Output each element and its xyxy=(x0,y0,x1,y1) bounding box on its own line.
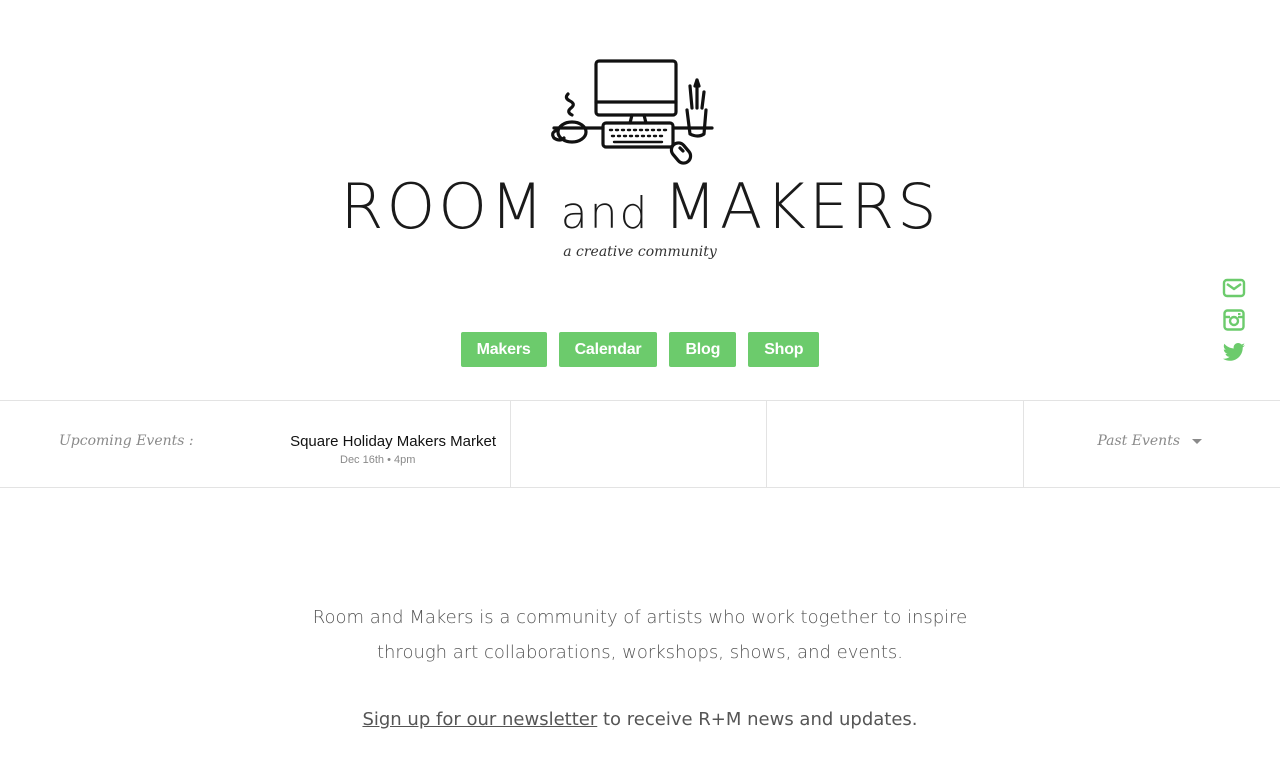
events-bar: Upcoming Events : Square Holiday Makers … xyxy=(0,400,1280,488)
nav-shop[interactable]: Shop xyxy=(748,332,820,367)
page: ROOM and MAKERS a creative community Maker… xyxy=(0,0,1280,778)
intro-line-2: through art collaborations, workshops, s… xyxy=(376,642,904,663)
brand-makers: MAKERS xyxy=(663,170,940,243)
newsletter-rest: to receive R+M news and updates. xyxy=(597,709,918,730)
nav-makers[interactable]: Makers xyxy=(460,332,547,367)
nav-calendar[interactable]: Calendar xyxy=(558,332,658,367)
event-slot-3 xyxy=(767,401,1024,487)
event-date: Dec 16th • 4pm xyxy=(340,454,416,466)
envelope-icon[interactable] xyxy=(1222,276,1246,300)
brand-room: ROOM xyxy=(340,170,547,243)
past-events-label: Past Events xyxy=(1097,433,1180,449)
intro-line-1: Room and Makers is a community of artist… xyxy=(312,607,968,628)
nav-blog[interactable]: Blog xyxy=(669,332,737,367)
newsletter-signup-link[interactable]: Sign up for our newsletter xyxy=(362,709,597,730)
newsletter-line: Sign up for our newsletter to receive R+… xyxy=(0,702,1280,737)
past-events-dropdown[interactable]: Past Events xyxy=(1097,433,1202,449)
instagram-icon[interactable] xyxy=(1222,308,1246,332)
desk-computer-logo-icon xyxy=(551,59,714,165)
brand-and: and xyxy=(560,188,650,239)
event-slot-2 xyxy=(511,401,767,487)
event-title[interactable]: Square Holiday Makers Market xyxy=(290,433,496,450)
main-nav: Makers Calendar Blog Shop xyxy=(0,332,1280,367)
upcoming-events-label: Upcoming Events : xyxy=(59,433,194,449)
site-title[interactable]: ROOM and MAKERS xyxy=(0,168,1280,253)
tagline: a creative community xyxy=(563,244,717,260)
event-slot-1[interactable]: Square Holiday Makers Market Dec 16th • … xyxy=(254,401,511,487)
caret-down-icon xyxy=(1192,438,1202,444)
intro-text: Room and Makers is a community of artist… xyxy=(0,600,1280,670)
